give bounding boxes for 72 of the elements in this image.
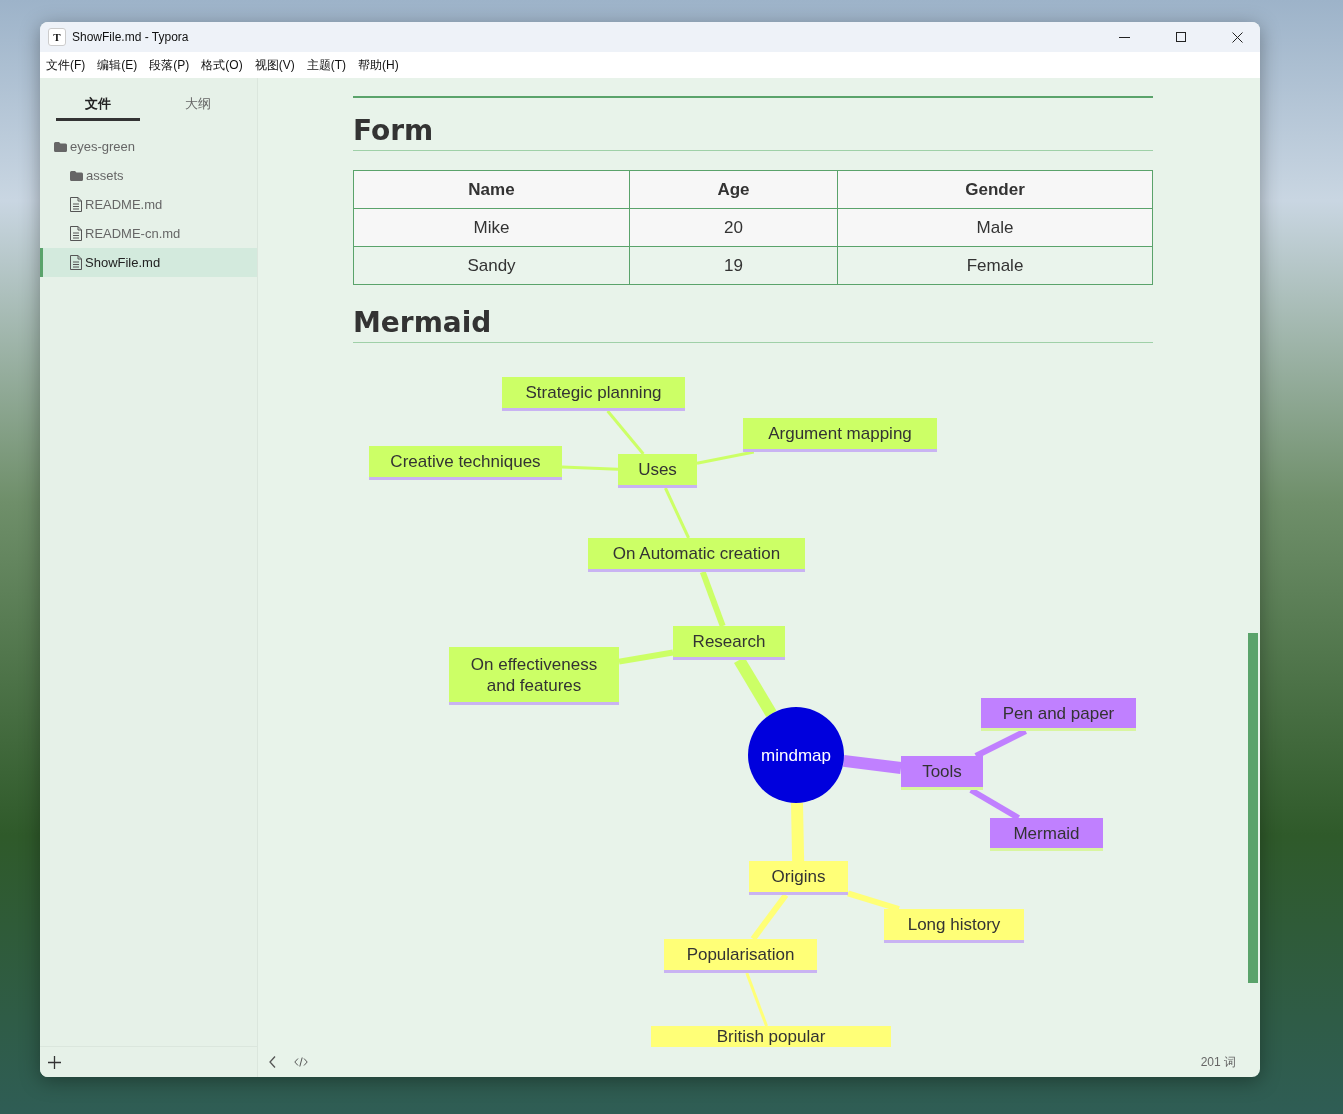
mindmap-node: Strategic planning: [502, 377, 685, 411]
document-icon: [70, 197, 82, 212]
connector-line: [969, 787, 1020, 821]
menu-item[interactable]: 帮助(H): [358, 56, 399, 74]
file-name: README.md: [85, 197, 163, 212]
mindmap-node: Long history: [884, 909, 1024, 943]
file-tree-item[interactable]: README.md: [40, 190, 257, 219]
connector-line: [791, 802, 805, 862]
file-name: assets: [86, 168, 124, 183]
scrollbar-thumb[interactable]: [1248, 633, 1258, 983]
mindmap-node: Pen and paper: [981, 698, 1136, 731]
file-tree-item[interactable]: README-cn.md: [40, 219, 257, 248]
mindmap-node: British popular: [651, 1026, 891, 1047]
file-tree-item[interactable]: ShowFile.md: [40, 248, 257, 277]
file-tree-item[interactable]: eyes-green: [40, 132, 257, 161]
table-cell: Male: [837, 208, 1153, 247]
menu-item[interactable]: 段落(P): [149, 56, 190, 74]
folder-icon: [54, 140, 67, 153]
section-heading: Form: [353, 115, 1153, 151]
connector-line: [745, 972, 768, 1027]
menu-item[interactable]: 文件(F): [46, 56, 86, 74]
connector-line: [750, 893, 789, 941]
connector-line: [842, 754, 902, 774]
file-name: README-cn.md: [85, 226, 181, 241]
connector-line: [699, 570, 726, 628]
section-heading: Mermaid: [353, 307, 1153, 343]
connector-line: [847, 890, 900, 912]
connector-line: [664, 487, 690, 539]
table-cell: 20: [629, 208, 838, 247]
app-icon: T: [48, 28, 66, 46]
document-icon: [70, 255, 82, 270]
code-icon[interactable]: [294, 1057, 308, 1067]
sidebar-tab[interactable]: 文件: [56, 88, 140, 121]
connector-line: [606, 410, 645, 455]
column-header: Gender: [837, 170, 1153, 209]
mindmap-node: On Automatic creation: [588, 538, 805, 572]
column-header: Name: [353, 170, 630, 209]
mindmap-node: Tools: [901, 756, 983, 790]
document-icon: [70, 226, 82, 241]
mindmap-node: Creative techniques: [369, 446, 562, 480]
folder-icon: [70, 169, 83, 182]
sidebar-tab[interactable]: 大纲: [156, 88, 240, 121]
connector-line: [618, 649, 674, 665]
column-header: Age: [629, 170, 838, 209]
maximize-icon[interactable]: [1176, 31, 1186, 42]
connector-line: [561, 465, 619, 471]
table-cell: Mike: [353, 208, 630, 247]
mindmap-node: Popularisation: [664, 939, 817, 973]
word-count: 201 词: [1200, 1053, 1236, 1071]
menu-item[interactable]: 主题(T): [306, 56, 346, 74]
close-icon[interactable]: [1232, 31, 1243, 43]
mindmap-node: Research: [673, 626, 785, 660]
mindmap-node: On effectiveness and features: [449, 647, 619, 705]
menu-item[interactable]: 编辑(E): [97, 56, 138, 74]
mindmap-node: Mermaid: [990, 818, 1103, 851]
window-title: ShowFile.md - Typora: [72, 30, 190, 44]
mindmap-node: Uses: [618, 454, 697, 488]
mindmap-node: Origins: [749, 861, 848, 895]
central-node: mindmap: [748, 707, 844, 803]
menu-item[interactable]: 视图(V): [254, 56, 295, 74]
table-cell: Sandy: [353, 246, 630, 285]
add-icon[interactable]: [48, 1055, 61, 1069]
table-cell: Female: [837, 246, 1153, 285]
table-cell: 19: [629, 246, 838, 285]
mindmap-node: Argument mapping: [743, 418, 937, 452]
connector-line: [696, 450, 755, 465]
chevron-left-icon[interactable]: [269, 1056, 276, 1068]
file-name: ShowFile.md: [85, 255, 161, 270]
connector-line: [974, 728, 1027, 759]
menu-item[interactable]: 格式(O): [201, 56, 243, 74]
file-name: eyes-green: [70, 139, 136, 154]
file-tree-item[interactable]: assets: [40, 161, 257, 190]
